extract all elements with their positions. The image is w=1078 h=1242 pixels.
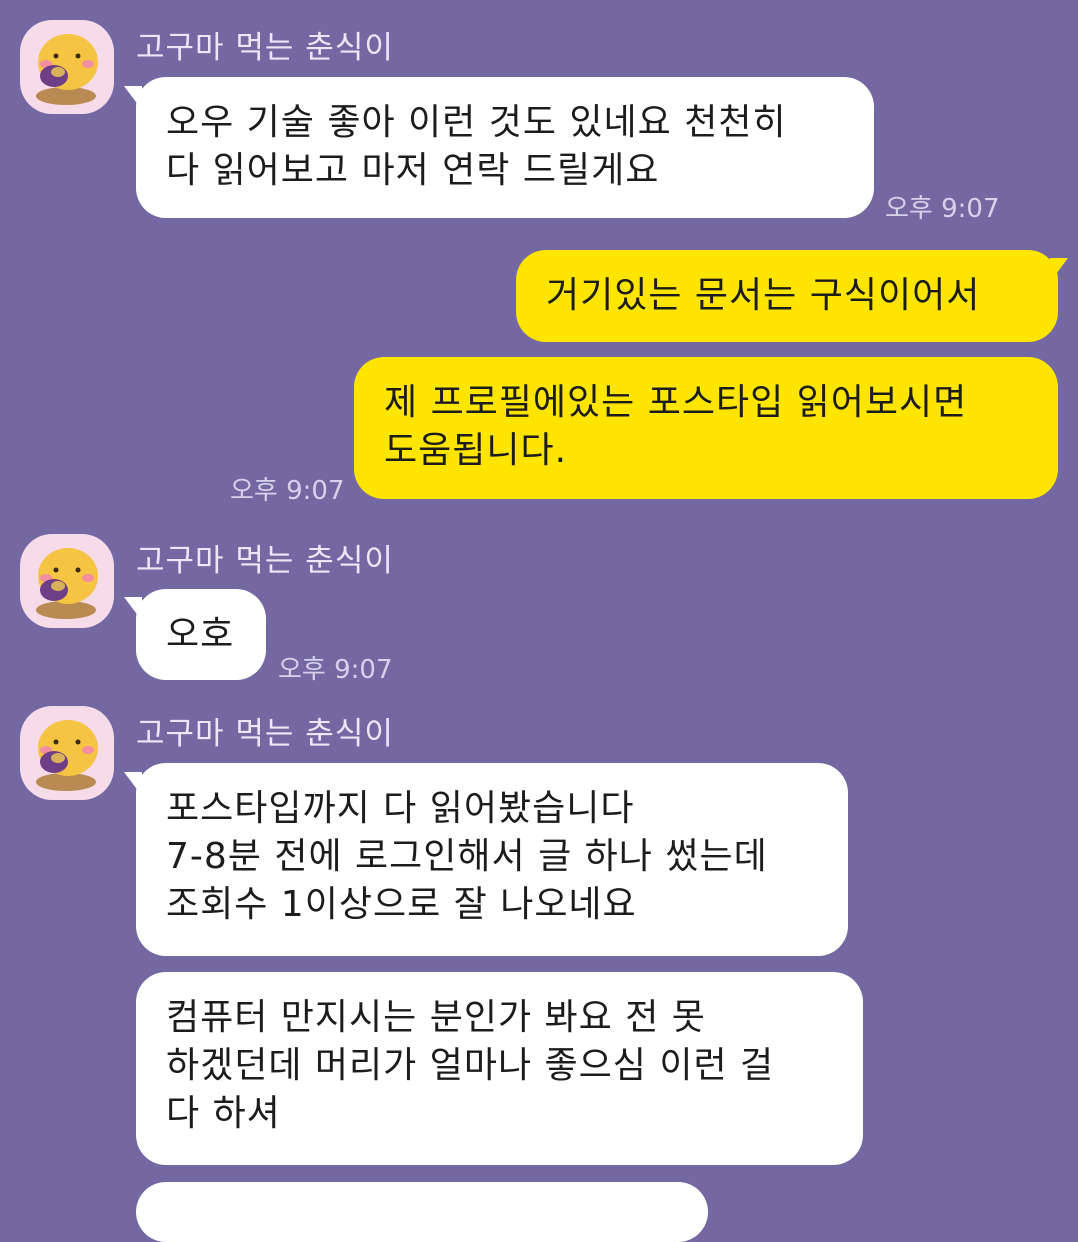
message-time: 오후 9:07	[230, 476, 345, 506]
message-time: 오후 9:07	[278, 655, 393, 685]
message-time: 오후 9:07	[885, 194, 1000, 224]
message-bubble-partial[interactable]	[136, 1182, 708, 1242]
message-bubble[interactable]: 오우 기술 좋아 이런 것도 있네요 천천히 다 읽어보고 마저 연락 드릴게요	[136, 77, 874, 218]
choonsik-sweet-potato-icon	[36, 548, 98, 619]
message-bubble[interactable]: 컴퓨터 만지시는 분인가 봐요 전 못 하겠던데 머리가 얼마나 좋으심 이런 …	[136, 972, 863, 1165]
sender-name: 고구마 먹는 춘식이	[136, 543, 394, 579]
message-bubble[interactable]: 오호	[136, 589, 266, 680]
partner-avatar[interactable]	[20, 534, 114, 628]
message-bubble[interactable]: 포스타입까지 다 읽어봤습니다 7-8분 전에 로그인해서 글 하나 썼는데 조…	[136, 763, 848, 956]
sender-name: 고구마 먹는 춘식이	[136, 716, 394, 752]
sender-name: 고구마 먹는 춘식이	[136, 30, 394, 66]
partner-avatar[interactable]	[20, 706, 114, 800]
partner-avatar[interactable]	[20, 20, 114, 114]
chat-room[interactable]: 고구마 먹는 춘식이 오우 기술 좋아 이런 것도 있네요 천천히 다 읽어보고…	[0, 0, 1078, 1242]
choonsik-sweet-potato-icon	[36, 720, 98, 791]
choonsik-sweet-potato-icon	[36, 34, 98, 105]
message-bubble[interactable]: 거기있는 문서는 구식이어서	[516, 250, 1058, 342]
bubble-tail	[1050, 258, 1068, 282]
message-bubble[interactable]: 제 프로필에있는 포스타입 읽어보시면 도움됩니다.	[354, 357, 1058, 499]
